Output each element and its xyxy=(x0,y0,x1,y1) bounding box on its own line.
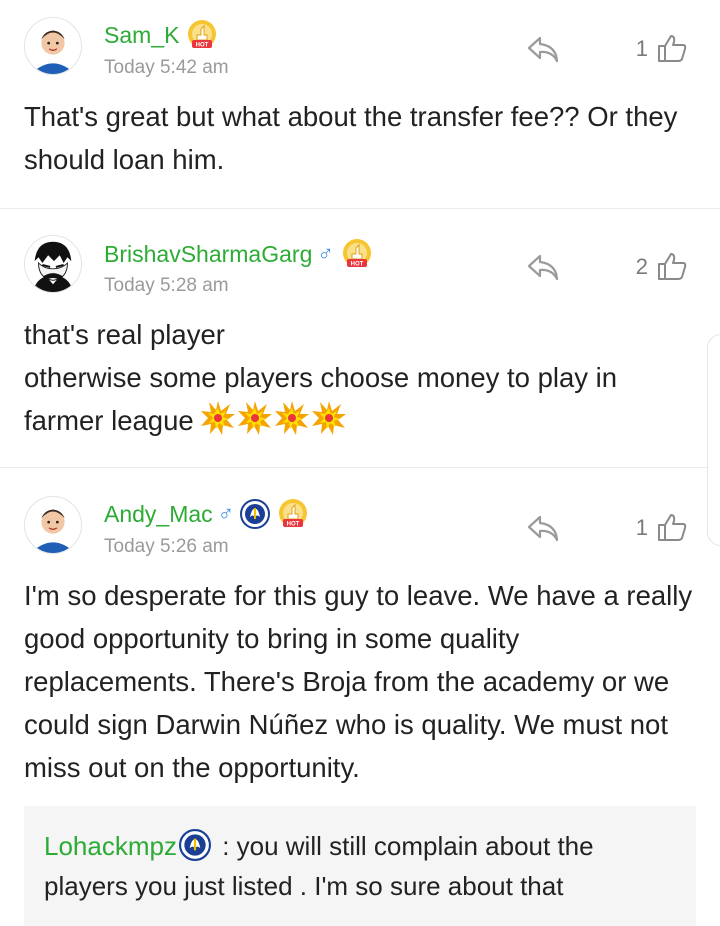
svg-text:HOT: HOT xyxy=(287,522,300,528)
avatar[interactable] xyxy=(24,17,82,75)
timestamp: Today 5:26 am xyxy=(104,536,229,557)
nested-reply[interactable]: Lohackmpz : you will still complain abou… xyxy=(24,806,696,926)
explosion-emoji-icon xyxy=(237,401,272,435)
username[interactable]: Sam_K xyxy=(104,22,179,49)
comment-text-line: that's real player xyxy=(24,319,225,350)
comment-text-line: farmer league xyxy=(24,399,694,442)
chelsea-club-badge-icon xyxy=(178,829,211,861)
username-row: Sam_K HOT xyxy=(104,19,219,51)
reply-icon[interactable] xyxy=(526,252,560,282)
like-count: 2 xyxy=(635,254,648,279)
explosion-emoji-icon xyxy=(274,401,309,435)
like-count: 1 xyxy=(635,515,648,540)
side-panel-handle[interactable] xyxy=(707,334,720,546)
username-row: BrishavSharmaGarg ♂ HOT xyxy=(104,238,374,270)
explosion-emoji-icon xyxy=(311,401,346,435)
comment-text: That's great but what about the transfer… xyxy=(24,101,678,175)
male-gender-icon: ♂ xyxy=(217,501,235,526)
male-gender-icon: ♂ xyxy=(317,241,334,266)
avatar[interactable] xyxy=(24,235,82,293)
hot-badge-icon: HOT xyxy=(342,239,371,268)
like-count: 1 xyxy=(635,36,648,61)
username[interactable]: BrishavSharmaGarg xyxy=(104,241,312,268)
username[interactable]: Andy_Mac xyxy=(104,501,213,528)
comment-text: that's real player otherwise some player… xyxy=(24,313,694,442)
thumbs-up-icon[interactable] xyxy=(656,512,688,542)
thumbs-up-icon[interactable] xyxy=(656,251,688,281)
comment-1: Sam_K HOT Today 5:42 am 1 That's great b… xyxy=(0,0,720,208)
reply-text: Lohackmpz : you will still complain abou… xyxy=(44,826,684,906)
hot-badge-icon: HOT xyxy=(188,20,217,49)
comment-text: I'm so desperate for this guy to leave. … xyxy=(24,580,693,783)
comment-2: BrishavSharmaGarg ♂ HOT Today 5:28 am 2 … xyxy=(0,209,720,467)
reply-icon[interactable] xyxy=(526,34,560,64)
comment-text-line: otherwise some players choose money to p… xyxy=(24,362,618,393)
explosion-emoji-icon xyxy=(200,401,235,435)
svg-text:HOT: HOT xyxy=(351,262,364,268)
chelsea-club-badge-icon xyxy=(240,499,271,529)
reply-username[interactable]: Lohackmpz xyxy=(44,831,177,861)
svg-text:HOT: HOT xyxy=(196,43,209,49)
reply-icon[interactable] xyxy=(526,513,560,543)
avatar[interactable] xyxy=(24,496,82,554)
timestamp: Today 5:42 am xyxy=(104,57,229,78)
thumbs-up-icon[interactable] xyxy=(656,33,688,63)
username-row: Andy_Mac ♂ HOT xyxy=(104,498,310,530)
timestamp: Today 5:28 am xyxy=(104,275,229,296)
explosion-emojis xyxy=(200,400,348,436)
hot-badge-icon: HOT xyxy=(279,499,308,528)
